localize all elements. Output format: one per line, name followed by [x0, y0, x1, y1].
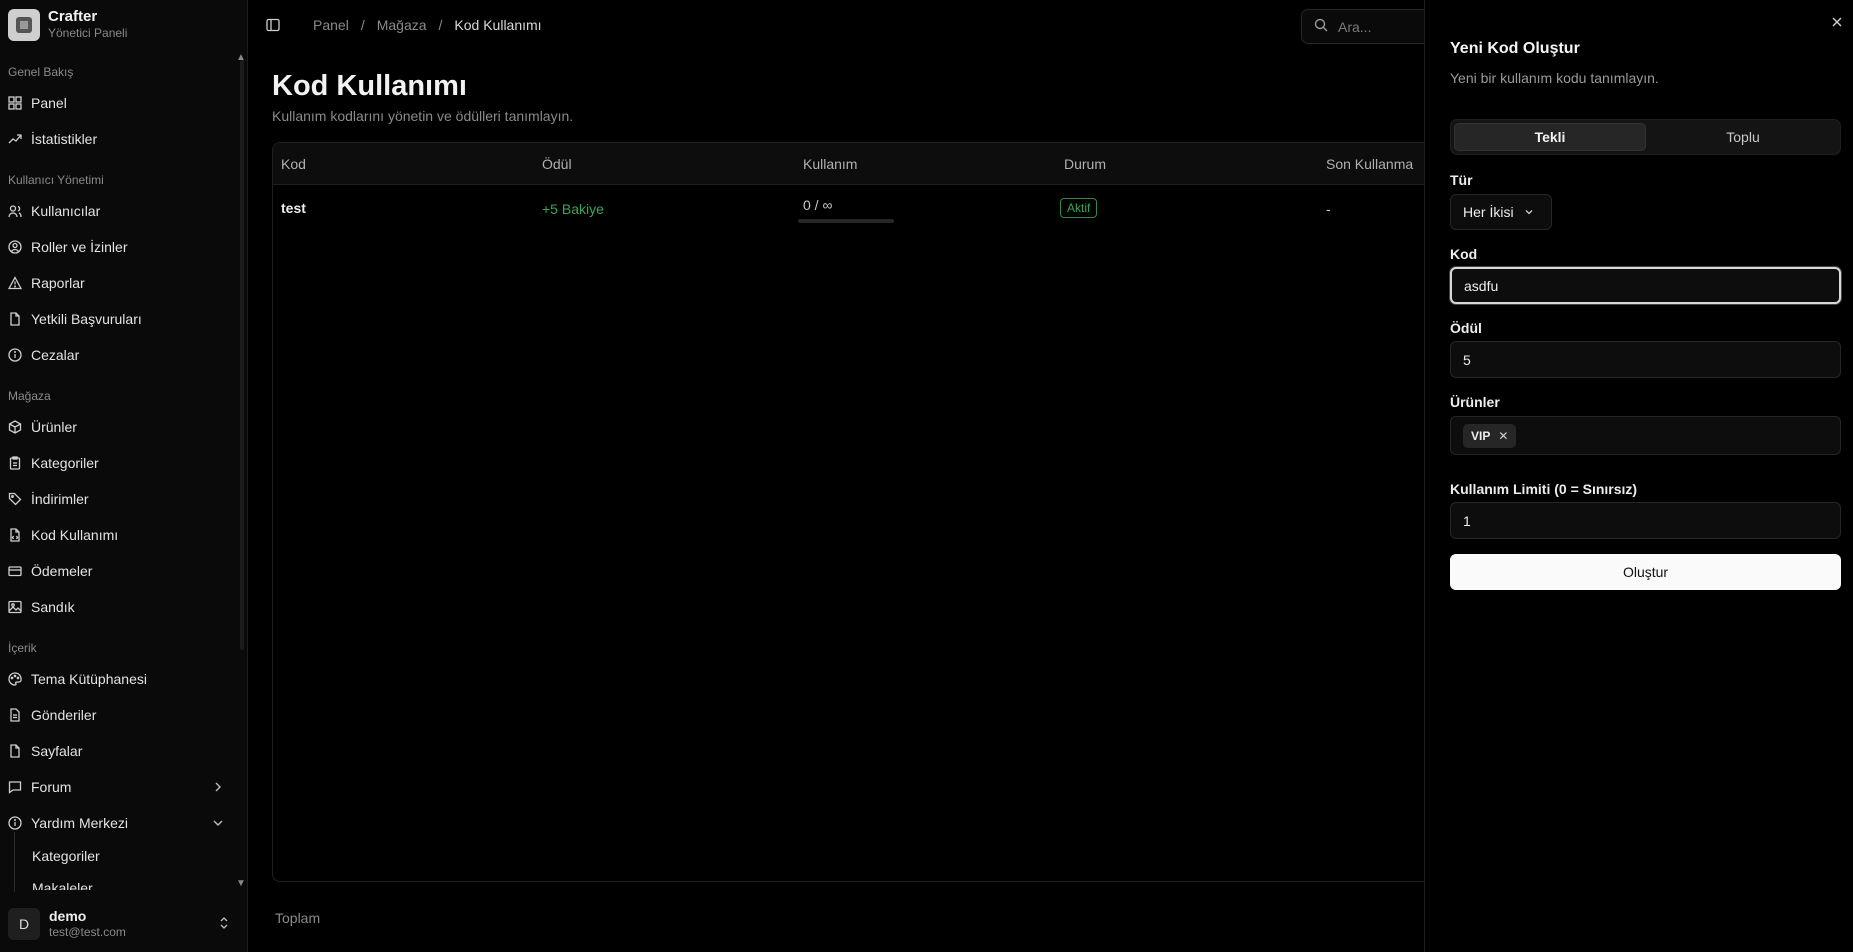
type-select[interactable]: Her İkisi: [1450, 194, 1552, 230]
product-chip-label: VIP: [1471, 428, 1491, 443]
limit-input[interactable]: [1450, 502, 1841, 539]
sheet-overlay[interactable]: [0, 0, 1424, 952]
sheet-description: Yeni bir kullanım kodu tanımlayın.: [1450, 70, 1659, 86]
type-label: Tür: [1450, 172, 1473, 188]
tab-tekli[interactable]: Tekli: [1454, 123, 1646, 151]
product-chip: VIP ✕: [1463, 423, 1517, 448]
reward-input[interactable]: [1450, 341, 1841, 378]
type-select-value: Her İkisi: [1463, 204, 1514, 220]
new-code-sheet: Yeni Kod Oluştur Yeni bir kullanım kodu …: [1424, 0, 1853, 952]
close-icon[interactable]: [1829, 14, 1845, 30]
tab-toplu[interactable]: Toplu: [1647, 123, 1839, 151]
products-multiselect[interactable]: VIP ✕: [1450, 416, 1841, 455]
code-input[interactable]: [1450, 267, 1841, 304]
reward-label: Ödül: [1450, 320, 1482, 336]
sheet-title: Yeni Kod Oluştur: [1450, 40, 1580, 57]
chevron-down-icon: [1524, 204, 1534, 220]
limit-label: Kullanım Limiti (0 = Sınırsız): [1450, 481, 1638, 497]
remove-chip-icon[interactable]: ✕: [1498, 429, 1508, 443]
mode-tabs: Tekli Toplu: [1450, 119, 1841, 155]
code-label: Kod: [1450, 246, 1478, 262]
create-button[interactable]: Oluştur: [1450, 554, 1841, 590]
products-label: Ürünler: [1450, 394, 1500, 410]
